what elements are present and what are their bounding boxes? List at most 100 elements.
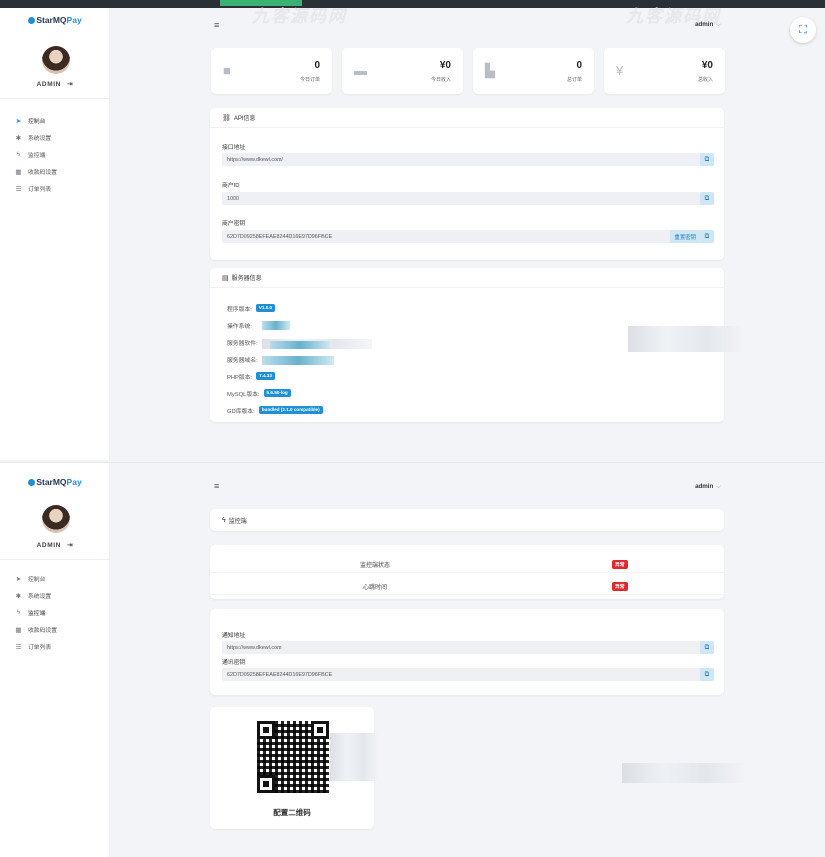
send-icon: ➤ — [15, 575, 22, 583]
stat-label: 总收入 — [697, 77, 713, 83]
chevron-down-icon: ⌵ — [716, 483, 721, 490]
notify-url-field[interactable]: https://www.dkewl.com ⧉ — [222, 641, 714, 654]
version-badge: 7.4.33 — [256, 372, 275, 380]
stat-value: 0 — [314, 60, 320, 71]
copy-notify-url-button[interactable]: ⧉ — [700, 641, 714, 654]
sidebar-item-label: 系统设置 — [28, 136, 52, 142]
sidebar-item-orders[interactable]: ☰ 订单列表 — [14, 180, 106, 197]
sidebar-item-orders[interactable]: ☰ 订单列表 — [14, 638, 106, 655]
info-label: 服务器软件: — [227, 340, 258, 347]
sidebar-item-dashboard[interactable]: ➤ 控制台 — [14, 112, 106, 129]
status-badge: 异常 — [612, 560, 628, 569]
merchant-id-value: 1000 — [227, 195, 239, 202]
stat-label: 今日收入 — [430, 77, 451, 83]
stat-label: 今日订单 — [299, 77, 320, 83]
info-server-software: 服务器软件: — [227, 337, 258, 347]
gear-icon: ✱ — [15, 134, 22, 142]
sidebar-nav: ➤ 控制台 ✱ 系统设置 ϟ 监控端 ▦ 收款码设置 ☰ 订单列表 — [14, 112, 106, 197]
brand-logo[interactable]: StarMQPay — [0, 15, 110, 25]
monitor-screen: StarMQPay ADMIN ⇥ ➤ 控制台 ✱ 系统设置 ϟ 监控端 ▦ 收款码设置 … — [0, 462, 825, 857]
user-row: ADMIN ⇥ — [0, 80, 110, 88]
api-info-panel: ⛓ API信息 接口地址 https://www.dkewl.com/ ⧉ 商户ID… — [210, 108, 724, 260]
grid-icon: ▦ — [15, 626, 22, 634]
menu-toggle-icon[interactable]: ≡ — [214, 20, 219, 30]
sidebar-item-label: 收款码设置 — [28, 628, 57, 634]
sidebar-item-qrcode-settings[interactable]: ▦ 收款码设置 — [14, 621, 106, 638]
list-icon: ☰ — [15, 185, 22, 193]
status-row-monitor: 监控端状态 异常 — [210, 555, 724, 573]
brand-name: StarMQ — [36, 15, 67, 25]
sidebar-divider — [0, 559, 110, 560]
info-gd-version: GD库版本: bundled (2.1.0 compatible) — [227, 405, 323, 415]
dashboard-screen: StarMQPay ADMIN ⇥ ➤ 控制台 ✱ 系统设置 ϟ 监控端 ▦ 收款码设置 … — [0, 7, 825, 460]
copy-comm-key-button[interactable]: ⧉ — [700, 668, 714, 681]
monitor-title-panel: ϟ 监控端 — [210, 509, 724, 531]
merchant-id-label: 商户ID — [222, 183, 240, 189]
info-label: MySQL版本: — [227, 391, 260, 398]
comm-key-field[interactable]: 62D7D09258EFEAE8244D16E97D96FBCE ⧉ — [222, 668, 714, 681]
info-server-domain: 服务器域名: — [227, 354, 258, 364]
user-menu-label: admin — [695, 483, 714, 490]
logo-drop-icon — [28, 479, 36, 486]
sidebar: StarMQPay ADMIN ⇥ ➤ 控制台 ✱ 系统设置 ϟ 监控端 ▦ 收款码设置 … — [0, 463, 110, 857]
yen-icon: ¥ — [616, 63, 624, 78]
bag-icon: ■ — [223, 63, 231, 78]
redacted-software-highlight — [270, 341, 330, 349]
logo-drop-icon — [28, 17, 36, 24]
scan-icon: ⛶ — [799, 23, 807, 36]
merchant-key-label: 商户密钥 — [222, 221, 246, 227]
sidebar-item-dashboard[interactable]: ➤ 控制台 — [14, 570, 106, 587]
stat-value: ¥0 — [701, 60, 713, 71]
copy-url-button[interactable]: ⧉ — [700, 153, 714, 166]
sidebar-item-label: 控制台 — [28, 577, 46, 583]
user-menu[interactable]: admin ⌵ — [695, 483, 721, 491]
api-url-field[interactable]: https://www.dkewl.com/ ⧉ — [222, 153, 714, 166]
reset-key-button[interactable]: 重置密钥 — [670, 230, 700, 243]
screenshot-scan-button[interactable]: ⛶ — [790, 17, 816, 43]
merchant-key-field[interactable]: 62D7D09258EFEAE8244D16E97D96FBCE 重置密钥 ⧉ — [222, 230, 714, 243]
menu-toggle-icon[interactable]: ≡ — [214, 481, 219, 491]
grid-icon: ▦ — [15, 168, 22, 176]
avatar[interactable] — [42, 505, 70, 533]
stat-value: 0 — [576, 60, 582, 71]
sidebar-item-qrcode-settings[interactable]: ▦ 收款码设置 — [14, 163, 106, 180]
redacted-os — [262, 321, 290, 330]
logout-icon[interactable]: ⇥ — [67, 542, 73, 549]
merchant-id-field[interactable]: 1000 ⧉ — [222, 192, 714, 205]
send-icon: ➤ — [15, 117, 22, 125]
list-icon: ☰ — [15, 643, 22, 651]
server-icon: ▤ — [222, 274, 229, 282]
redacted-area — [628, 326, 746, 352]
info-program-version: 程序版本: V1.0.0 — [227, 303, 276, 313]
redacted-qr-side — [330, 733, 380, 781]
wallet-icon: ▬ — [354, 63, 367, 78]
config-qr-code[interactable] — [257, 721, 329, 793]
sidebar-item-label: 监控端 — [28, 153, 46, 159]
copy-merchant-key-button[interactable]: ⧉ — [700, 230, 714, 243]
sidebar-item-label: 控制台 — [28, 119, 46, 125]
status-row-heartbeat: 心跳时间 异常 — [210, 577, 724, 595]
version-badge: bundled (2.1.0 compatible) — [258, 406, 323, 414]
sidebar-divider — [0, 98, 110, 99]
panel-title: 服务器信息 — [231, 276, 262, 282]
bolt-icon: ϟ — [222, 516, 226, 524]
copy-merchant-id-button[interactable]: ⧉ — [700, 192, 714, 205]
panel-title: 监控端 — [228, 518, 247, 525]
merchant-key-value: 62D7D09258EFEAE8244D16E97D96FBCE — [227, 233, 333, 240]
bolt-icon: ϟ — [16, 609, 21, 616]
sidebar-item-settings[interactable]: ✱ 系统设置 — [14, 129, 106, 146]
api-url-label: 接口地址 — [222, 145, 246, 151]
sidebar-item-monitor[interactable]: ϟ 监控端 — [14, 146, 106, 163]
avatar[interactable] — [42, 46, 70, 74]
sidebar: StarMQPay ADMIN ⇥ ➤ 控制台 ✱ 系统设置 ϟ 监控端 ▦ 收款码设置 … — [0, 8, 110, 460]
info-mysql-version: MySQL版本: 5.6.50-log — [227, 388, 291, 398]
chart-icon: ▙ — [485, 63, 495, 78]
bolt-icon: ϟ — [16, 151, 21, 158]
brand-logo[interactable]: StarMQPay — [0, 477, 110, 487]
sidebar-item-monitor[interactable]: ϟ 监控端 — [14, 604, 106, 621]
user-menu[interactable]: admin ⌵ — [695, 21, 721, 29]
info-label: PHP版本: — [227, 374, 253, 381]
sidebar-item-settings[interactable]: ✱ 系统设置 — [14, 587, 106, 604]
stat-card-today-orders: ■ 0 今日订单 — [211, 48, 332, 94]
logout-icon[interactable]: ⇥ — [67, 81, 73, 88]
